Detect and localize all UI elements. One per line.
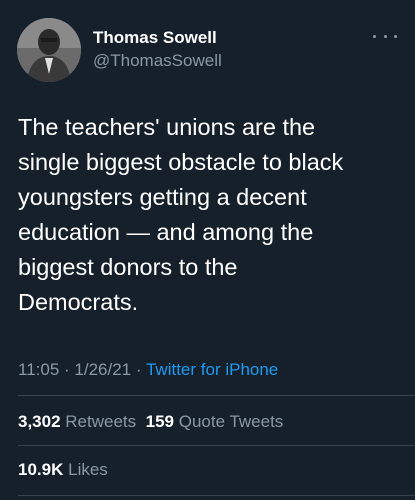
tweet-date[interactable]: 1/26/21 — [74, 360, 131, 379]
more-horizontal-icon[interactable] — [373, 26, 397, 46]
tweet-detail: Thomas Sowell @ThomasSowell The teachers… — [0, 0, 415, 500]
quote-tweets-count: 159 — [145, 412, 174, 431]
tweet-text-line: biggest donors to the — [18, 254, 238, 280]
engagement-stats: 3,302 Retweets 159 Quote Tweets — [18, 412, 283, 432]
tweet-text-line: education — and among the — [18, 219, 314, 245]
dot — [373, 34, 376, 38]
tweet-meta: 11:05 · 1/26/21 · Twitter for iPhone — [18, 360, 278, 380]
tweet-text-line: youngsters getting a decent — [18, 184, 307, 210]
avatar[interactable] — [17, 18, 81, 82]
dot — [394, 34, 397, 38]
author-handle[interactable]: @ThomasSowell — [93, 51, 222, 71]
meta-separator: · — [64, 360, 70, 379]
tweet-source-link[interactable]: Twitter for iPhone — [146, 360, 278, 379]
divider — [18, 495, 415, 496]
tweet-text: The teachers' unions are the single bigg… — [18, 110, 398, 320]
likes-count: 10.9K — [18, 460, 64, 479]
tweet-text-line: single biggest obstacle to black — [18, 149, 344, 175]
likes-label: Likes — [68, 460, 108, 479]
meta-separator: · — [135, 360, 142, 379]
author-name[interactable]: Thomas Sowell — [93, 28, 217, 48]
tweet-time[interactable]: 11:05 — [18, 360, 59, 379]
retweets-stat[interactable]: 3,302 Retweets — [18, 412, 136, 431]
quote-tweets-stat[interactable]: 159 Quote Tweets — [146, 412, 284, 431]
likes-stat[interactable]: 10.9K Likes — [18, 460, 108, 480]
divider — [18, 395, 415, 396]
dot — [383, 34, 387, 38]
tweet-text-line: The teachers' unions are the — [18, 114, 316, 140]
divider — [18, 445, 415, 446]
quote-tweets-label: Quote Tweets — [178, 412, 284, 431]
tweet-text-line: Democrats. — [18, 289, 139, 315]
retweets-label: Retweets — [65, 412, 137, 431]
retweets-count: 3,302 — [18, 412, 61, 431]
